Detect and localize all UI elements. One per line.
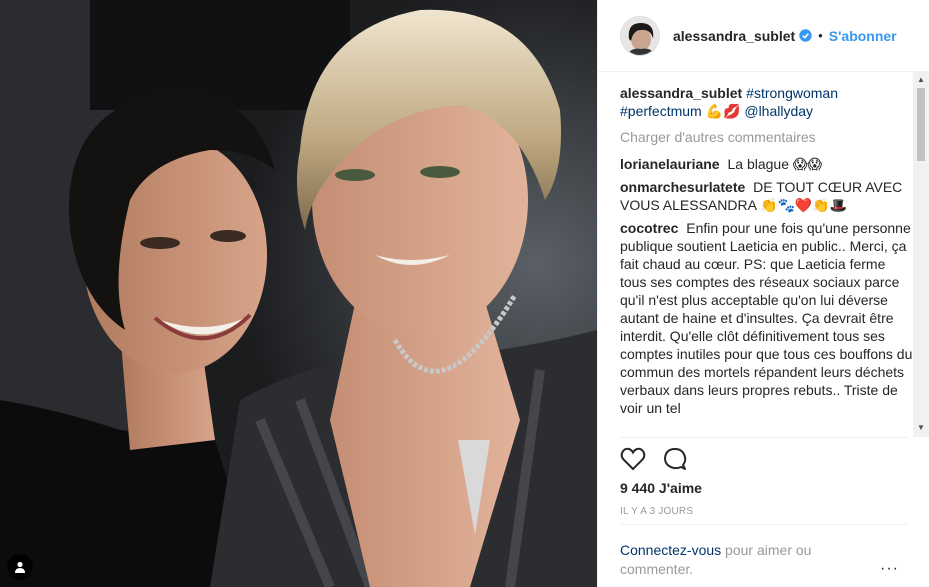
- separator-dot: •: [818, 28, 823, 43]
- post-header: alessandra_sublet • S'abonner: [598, 0, 929, 72]
- comment-item: cocotrec Enfin pour une fois qu'une pers…: [620, 219, 914, 417]
- comments-list[interactable]: alessandra_sublet #strongwoman #perfectmu…: [620, 84, 914, 436]
- divider: [620, 524, 908, 525]
- caption: alessandra_sublet #strongwoman #perfectmu…: [620, 84, 914, 120]
- user-tag-icon: [15, 561, 25, 573]
- comment-author[interactable]: cocotrec: [620, 220, 678, 236]
- comment-text: Enfin pour une fois qu'une personne publ…: [620, 220, 913, 416]
- scroll-up-arrow-icon[interactable]: ▲: [913, 73, 929, 87]
- comment-author[interactable]: onmarchesurlatete: [620, 179, 745, 195]
- scrollbar-thumb[interactable]: [917, 88, 925, 161]
- caption-author[interactable]: alessandra_sublet: [620, 85, 742, 101]
- caption-mention[interactable]: @lhallyday: [744, 103, 813, 119]
- comment-author[interactable]: lorianelauriane: [620, 156, 720, 172]
- post-timestamp[interactable]: IL Y A 3 JOURS: [620, 506, 693, 517]
- divider: [620, 437, 908, 438]
- post-actions: [620, 446, 688, 472]
- photo-image: [0, 0, 597, 587]
- comment-text: La blague 😱😱: [727, 156, 823, 172]
- username[interactable]: alessandra_sublet: [673, 28, 795, 44]
- login-link[interactable]: Connectez-vous: [620, 542, 721, 558]
- more-options-button[interactable]: ···: [880, 560, 899, 578]
- comment-item: onmarchesurlatete DE TOUT CŒUR AVEC VOUS…: [620, 178, 914, 214]
- verified-badge-icon: [799, 29, 812, 42]
- follow-button[interactable]: S'abonner: [829, 28, 897, 44]
- caption-emoji: 💪💋: [705, 103, 741, 119]
- post-side-panel: alessandra_sublet • S'abonner alessandra…: [597, 0, 929, 587]
- likes-count[interactable]: 9 440 J'aime: [620, 480, 702, 496]
- avatar-image: [621, 16, 659, 55]
- login-prompt: Connectez-vous pour aimer ou commenter.: [620, 541, 850, 579]
- comment-item: lorianelauriane La blague 😱😱: [620, 155, 914, 173]
- comment-icon[interactable]: [662, 446, 688, 472]
- scroll-down-arrow-icon[interactable]: ▼: [913, 421, 929, 435]
- post-photo[interactable]: [0, 0, 597, 587]
- avatar[interactable]: [620, 15, 660, 56]
- load-more-comments-button[interactable]: Charger d'autres commentaires: [620, 128, 914, 146]
- heart-icon[interactable]: [620, 446, 646, 472]
- user-tag-button[interactable]: [7, 554, 33, 580]
